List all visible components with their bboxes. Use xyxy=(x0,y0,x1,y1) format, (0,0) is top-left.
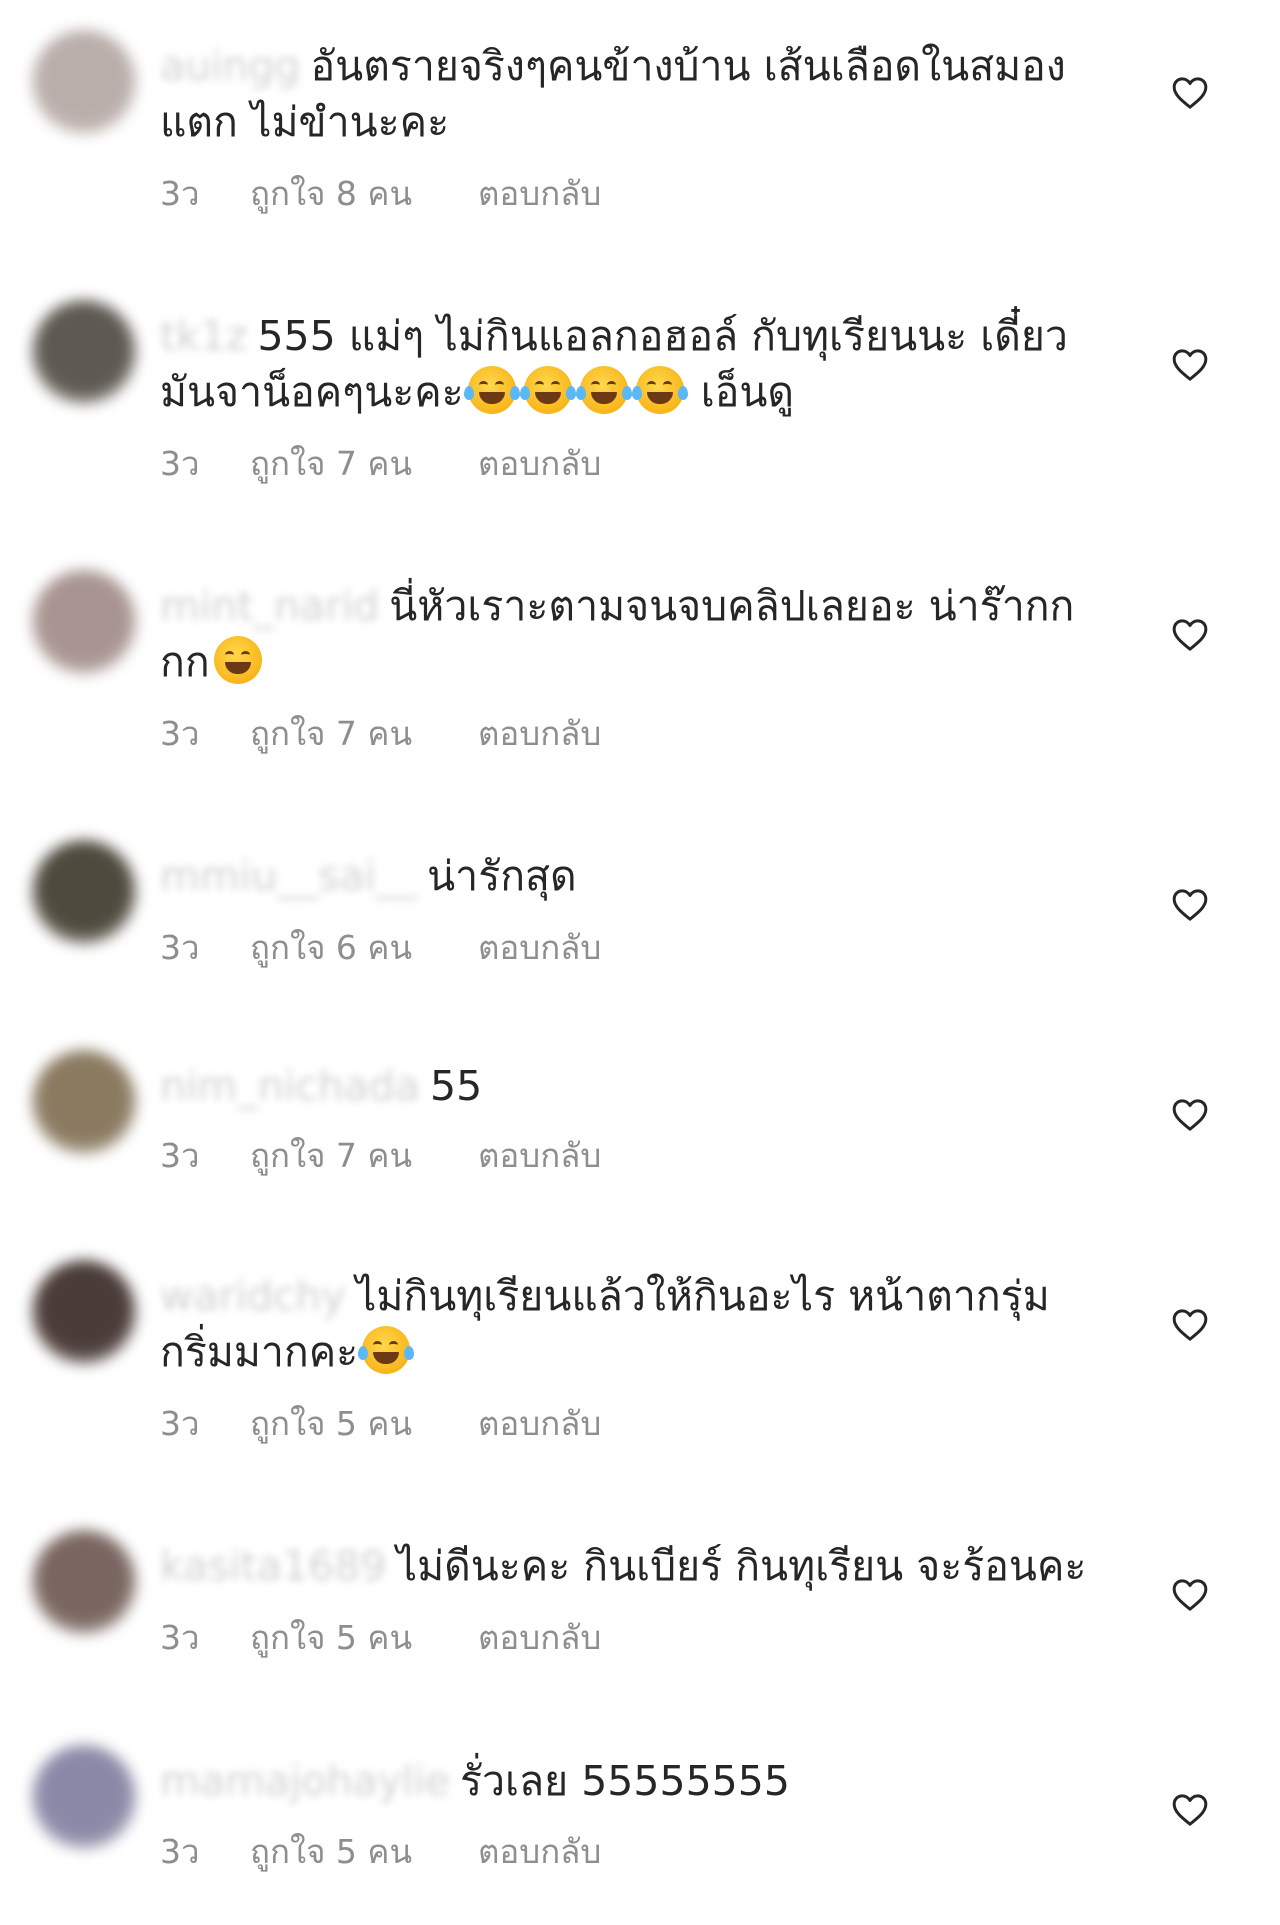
comment-text: น่ารักสุด xyxy=(427,852,577,900)
comment-username[interactable]: kasita1689 xyxy=(160,1542,386,1590)
comment-meta: 3ว ถูกใจ 5 คน ตอบกลับ xyxy=(160,1618,601,1658)
comment-username[interactable]: waridchy xyxy=(160,1272,346,1320)
comment-username[interactable]: mint_narid xyxy=(160,582,379,630)
reply-button[interactable]: ตอบกลับ xyxy=(478,174,601,214)
avatar[interactable] xyxy=(32,300,136,404)
face-with-tears-of-joy-emoji xyxy=(631,366,688,414)
comment-body: mint_narid นี่หัวเราะตามจนจบคลิปเลยอะ น่า… xyxy=(160,578,1100,690)
comment-body: nim_nichada 55 xyxy=(160,1058,1100,1114)
heart-outline-icon[interactable] xyxy=(1170,1790,1210,1830)
reply-button[interactable]: ตอบกลับ xyxy=(478,1404,601,1444)
comment-text: ไม่ดีนะคะ กินเบียร์ กินทุเรียน จะร้อนคะ xyxy=(396,1542,1087,1590)
comment-like-count[interactable]: ถูกใจ 5 คน xyxy=(250,1404,478,1444)
avatar[interactable] xyxy=(32,1745,136,1849)
comment-body: kasita1689 ไม่ดีนะคะ กินเบียร์ กินทุเรียน… xyxy=(160,1538,1100,1594)
comment-meta: 3ว ถูกใจ 6 คน ตอบกลับ xyxy=(160,928,601,968)
avatar[interactable] xyxy=(32,1050,136,1154)
comment-meta: 3ว ถูกใจ 5 คน ตอบกลับ xyxy=(160,1404,601,1444)
avatar[interactable] xyxy=(32,840,136,944)
comment-like-count[interactable]: ถูกใจ 6 คน xyxy=(250,928,478,968)
comment-like-count[interactable]: ถูกใจ 8 คน xyxy=(250,174,478,214)
avatar[interactable] xyxy=(32,1260,136,1364)
reply-button[interactable]: ตอบกลับ xyxy=(478,928,601,968)
comment-text: รั่วเลย 55555555 xyxy=(459,1757,790,1805)
comment-like-count[interactable]: ถูกใจ 5 คน xyxy=(250,1618,478,1658)
heart-outline-icon[interactable] xyxy=(1170,1305,1210,1345)
comment-time: 3ว xyxy=(160,174,200,213)
reply-button[interactable]: ตอบกลับ xyxy=(478,1618,601,1658)
comment-body: mamajohaylie รั่วเลย 55555555 xyxy=(160,1753,1100,1809)
comment-username[interactable]: nim_nichada xyxy=(160,1062,420,1110)
comment-username[interactable]: auingg xyxy=(160,42,301,90)
comment-meta: 3ว ถูกใจ 7 คน ตอบกลับ xyxy=(160,444,601,484)
comment-like-count[interactable]: ถูกใจ 7 คน xyxy=(250,1136,478,1176)
avatar[interactable] xyxy=(32,1530,136,1634)
comment-username[interactable]: mmiu__sai__ xyxy=(160,852,417,900)
comment-body: waridchy ไม่กินทุเรียนแล้วให้กินอะไร หน้า… xyxy=(160,1268,1100,1380)
comment-body: mmiu__sai__ น่ารักสุด xyxy=(160,848,1100,904)
comment-like-count[interactable]: ถูกใจ 7 คน xyxy=(250,444,478,484)
grinning-squinting-face-emoji xyxy=(213,636,262,684)
heart-outline-icon[interactable] xyxy=(1170,615,1210,655)
comment-like-count[interactable]: ถูกใจ 5 คน xyxy=(250,1832,478,1872)
comment-meta: 3ว ถูกใจ 7 คน ตอบกลับ xyxy=(160,714,601,754)
comment-meta: 3ว ถูกใจ 8 คน ตอบกลับ xyxy=(160,174,601,214)
comment-like-count[interactable]: ถูกใจ 7 คน xyxy=(250,714,478,754)
avatar[interactable] xyxy=(32,30,136,134)
reply-button[interactable]: ตอบกลับ xyxy=(478,1832,601,1872)
comment-username[interactable]: mamajohaylie xyxy=(160,1757,450,1805)
comment-time: 3ว xyxy=(160,444,200,483)
face-with-tears-of-joy-emoji xyxy=(575,366,632,414)
heart-outline-icon[interactable] xyxy=(1170,345,1210,385)
comment-body: tk1z 555 แม่ๆ ไม่กินแอลกอฮอล์ กับทุเรียนน… xyxy=(160,308,1100,420)
comment-text-tail: เอ็นดู xyxy=(687,368,795,416)
heart-outline-icon[interactable] xyxy=(1170,73,1210,113)
heart-outline-icon[interactable] xyxy=(1170,1095,1210,1135)
heart-outline-icon[interactable] xyxy=(1170,885,1210,925)
comment-time: 3ว xyxy=(160,1404,200,1443)
face-with-tears-of-joy-emoji xyxy=(463,366,520,414)
reply-button[interactable]: ตอบกลับ xyxy=(478,1136,601,1176)
comment-time: 3ว xyxy=(160,1136,200,1175)
comment-body: auingg อันตรายจริงๆคนข้างบ้าน เส้นเลือดใน… xyxy=(160,38,1100,150)
comment-time: 3ว xyxy=(160,714,200,753)
face-with-tears-of-joy-emoji xyxy=(519,366,576,414)
reply-button[interactable]: ตอบกลับ xyxy=(478,714,601,754)
comment-text: 55 xyxy=(430,1062,483,1110)
comment-time: 3ว xyxy=(160,1832,200,1871)
face-with-tears-of-joy-emoji xyxy=(358,1326,415,1374)
avatar[interactable] xyxy=(32,570,136,674)
comment-meta: 3ว ถูกใจ 7 คน ตอบกลับ xyxy=(160,1136,601,1176)
comment-username[interactable]: tk1z xyxy=(160,312,247,360)
reply-button[interactable]: ตอบกลับ xyxy=(478,444,601,484)
comment-time: 3ว xyxy=(160,928,200,967)
heart-outline-icon[interactable] xyxy=(1170,1575,1210,1615)
comment-meta: 3ว ถูกใจ 5 คน ตอบกลับ xyxy=(160,1832,601,1872)
comment-time: 3ว xyxy=(160,1618,200,1657)
